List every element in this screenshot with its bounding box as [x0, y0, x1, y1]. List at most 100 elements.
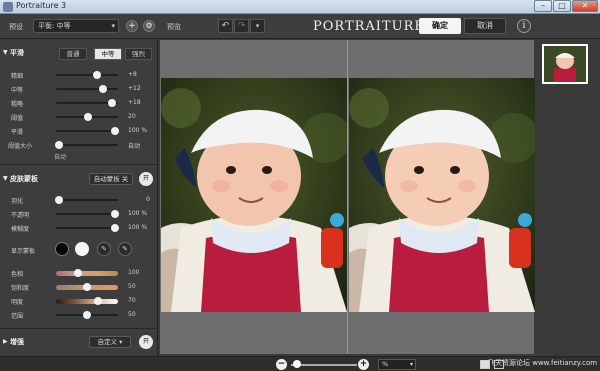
redo-button[interactable]: ↷: [234, 19, 249, 33]
window-title: Portraiture 3: [16, 1, 67, 10]
slider-knob[interactable]: [55, 141, 63, 149]
slider-track[interactable]: [56, 74, 118, 76]
slider-knob[interactable]: [74, 269, 82, 277]
split-divider[interactable]: [347, 40, 348, 354]
slider-knob[interactable]: [111, 224, 119, 232]
hue-gradient[interactable]: [56, 271, 118, 276]
enhance-header[interactable]: ▶ 增强: [0, 335, 158, 349]
slider-track[interactable]: [56, 130, 118, 132]
slider-fine: 精细 +8: [0, 70, 158, 80]
slider-knob[interactable]: [111, 127, 119, 135]
gear-icon[interactable]: ⚙: [143, 20, 155, 32]
slider-knob[interactable]: [111, 210, 119, 218]
split-view-icon[interactable]: [494, 360, 504, 369]
slider-label: 精细: [11, 73, 24, 80]
zoom-value: %: [382, 360, 389, 368]
slider-value: +8: [128, 71, 137, 78]
child-photo-result: [349, 78, 535, 312]
auto-mask-button[interactable]: 自动蒙板 关: [89, 173, 133, 185]
info-icon[interactable]: i: [517, 19, 531, 33]
mode-medium[interactable]: 中等: [94, 48, 122, 60]
thumbnail-column: [535, 40, 600, 356]
cancel-button[interactable]: 取消: [464, 18, 506, 34]
slider-hue: 色相 100: [0, 268, 158, 278]
mask-color-black[interactable]: [55, 242, 69, 256]
slider-value: +18: [128, 99, 141, 106]
section-divider: [0, 328, 158, 329]
slider-medium: 中等 +12: [0, 84, 158, 94]
navigator-thumbnail[interactable]: [542, 44, 588, 84]
slider-value: 100: [128, 269, 140, 276]
smoothing-title: 平滑: [10, 49, 24, 57]
slider-range: 范围 50: [0, 310, 158, 320]
preview-canvas[interactable]: [160, 40, 535, 354]
slider-value: 100 %: [128, 127, 148, 134]
window-controls: – □ ✕: [534, 0, 598, 13]
expand-arrow-icon: ▶: [3, 338, 8, 345]
mode-strong[interactable]: 强烈: [125, 48, 152, 60]
preset-dropdown[interactable]: 平衡: 中等 ▾: [33, 19, 119, 33]
maximize-button[interactable]: □: [553, 0, 571, 12]
history-dropdown[interactable]: ▾: [250, 19, 265, 33]
preset-value: 平衡: 中等: [38, 22, 71, 30]
slider-knob[interactable]: [83, 283, 91, 291]
slider-smooth-amount: 平滑 100 %: [0, 126, 158, 136]
skin-mask-toggle[interactable]: 开: [139, 172, 153, 186]
slider-label: 阈值: [11, 115, 24, 122]
slider-track[interactable]: [56, 227, 118, 229]
slider-value: 自动: [128, 143, 141, 150]
slider-value: 50: [128, 283, 136, 290]
ok-button[interactable]: 确定: [419, 18, 461, 34]
eyedropper-minus-icon[interactable]: ✎: [118, 242, 132, 256]
slider-knob[interactable]: [55, 196, 63, 204]
zoom-slider-knob[interactable]: [293, 360, 301, 368]
slider-knob[interactable]: [84, 113, 92, 121]
single-view-icon[interactable]: [480, 360, 490, 369]
portraiture-window: Portraiture 3 – □ ✕ 预设 平衡: 中等 ▾ + ⚙ 预览 ↶…: [0, 0, 600, 371]
slider-value: 100 %: [128, 224, 148, 231]
skin-mask-header[interactable]: ▼ 皮肤蒙板: [0, 172, 158, 186]
original-preview[interactable]: [161, 78, 347, 312]
slider-track[interactable]: [56, 199, 118, 201]
slider-threshold-size: 阈值大小 自动: [0, 140, 158, 150]
slider-track[interactable]: [56, 144, 118, 146]
slider-knob[interactable]: [94, 297, 102, 305]
preview-label[interactable]: 预览: [167, 22, 181, 32]
slider-track[interactable]: [56, 213, 118, 215]
minimize-button[interactable]: –: [534, 0, 552, 12]
slider-value: 0: [146, 196, 150, 203]
zoom-dropdown[interactable]: % ▾: [378, 359, 416, 370]
mask-color-white[interactable]: [75, 242, 89, 256]
slider-brightness: 明度 70: [0, 296, 158, 306]
slider-knob[interactable]: [93, 71, 101, 79]
custom-label: 自定义: [97, 338, 118, 346]
enhance-toggle[interactable]: 开: [139, 335, 153, 349]
app-icon: [3, 2, 13, 12]
enhance-custom-dropdown[interactable]: 自定义 ▾: [89, 336, 131, 348]
eyedropper-icon[interactable]: ✎: [97, 242, 111, 256]
slider-label: 中等: [11, 87, 24, 94]
enhance-title: 增强: [10, 338, 24, 346]
collapse-arrow-icon: ▼: [3, 49, 8, 56]
slider-track[interactable]: [56, 88, 118, 90]
slider-knob[interactable]: [83, 311, 91, 319]
section-divider: [0, 164, 158, 165]
preset-label: 预设: [9, 23, 23, 31]
slider-feather: 羽化 0: [0, 195, 158, 205]
slider-coarse: 粗略 +18: [0, 98, 158, 108]
close-button[interactable]: ✕: [572, 0, 598, 12]
slider-value: +12: [128, 85, 141, 92]
slider-label: 阈值大小: [8, 143, 33, 150]
undo-button[interactable]: ↶: [218, 19, 233, 33]
slider-label: 明度: [11, 299, 24, 306]
brightness-gradient[interactable]: [56, 299, 118, 304]
mode-normal[interactable]: 普通: [59, 48, 87, 60]
slider-knob[interactable]: [108, 99, 116, 107]
zoom-in-button[interactable]: +: [358, 359, 369, 370]
slider-knob[interactable]: [99, 85, 107, 93]
title-bar: Portraiture 3 – □ ✕: [0, 0, 600, 14]
add-preset-button[interactable]: +: [126, 20, 138, 32]
zoom-out-button[interactable]: −: [276, 359, 287, 370]
slider-label: 粗略: [11, 101, 24, 108]
result-preview[interactable]: [349, 78, 535, 312]
